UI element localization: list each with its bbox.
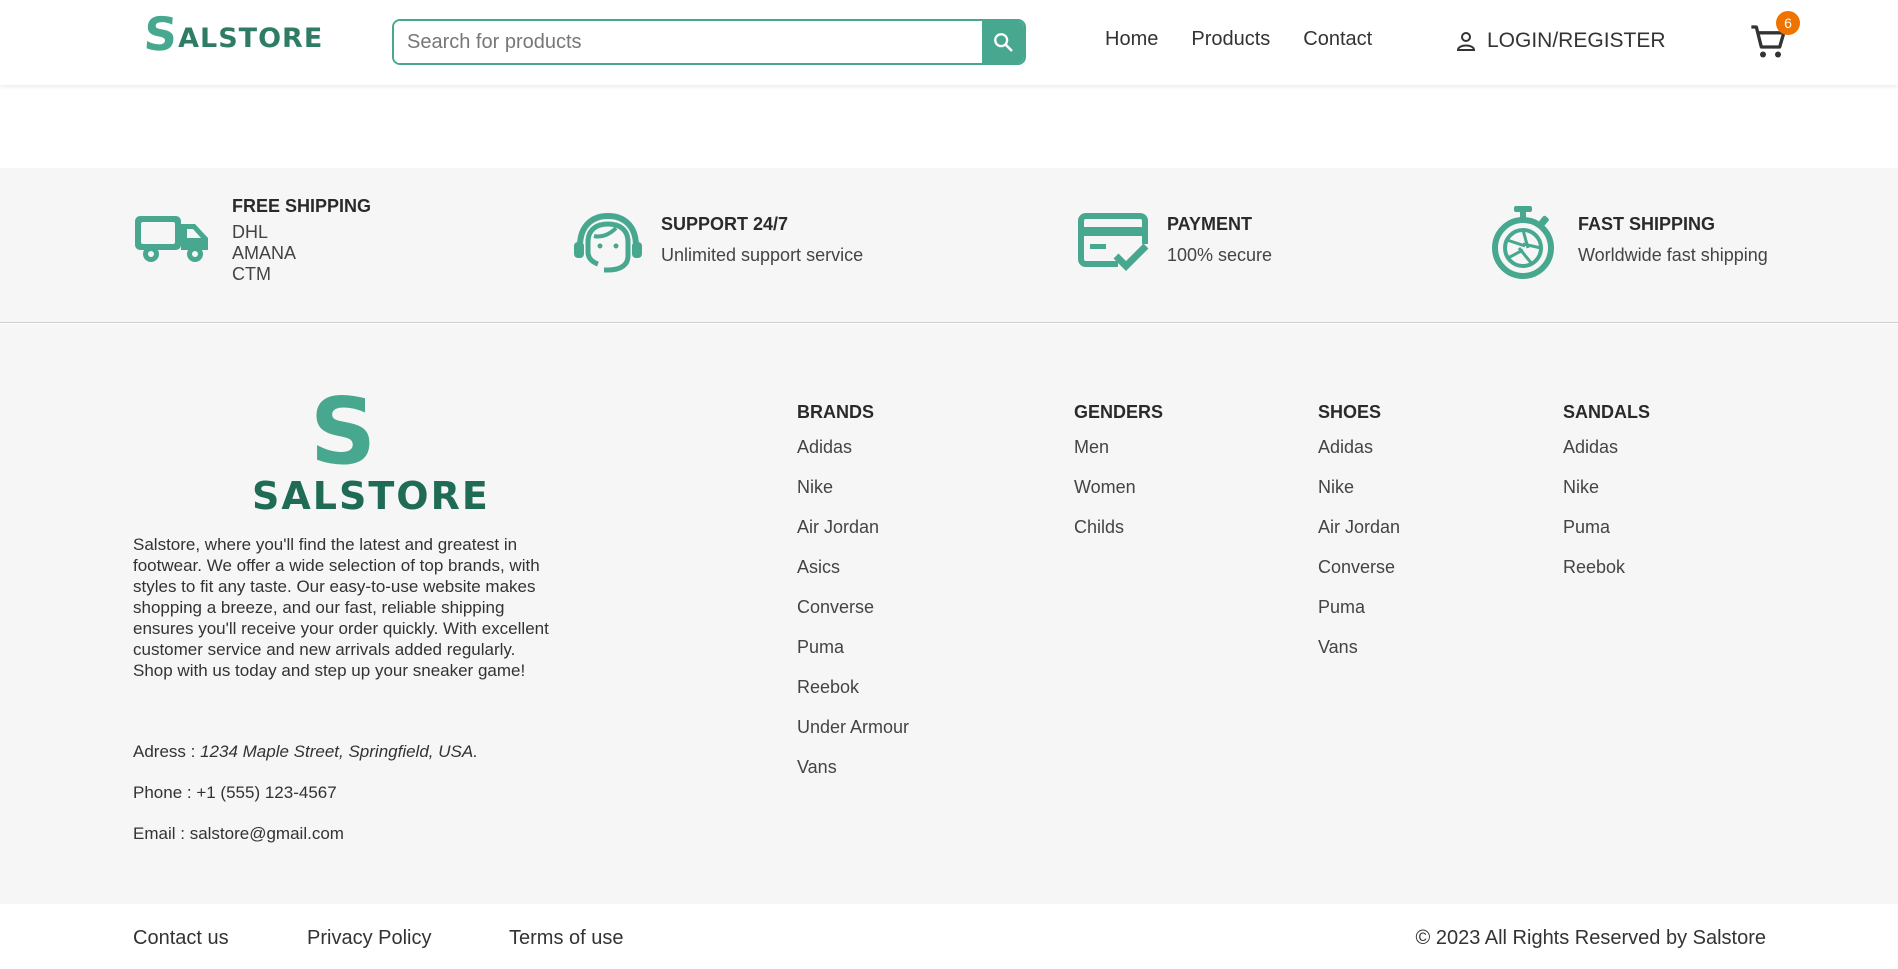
search-input[interactable]	[394, 21, 982, 63]
email-value: salstore@gmail.com	[189, 824, 344, 843]
footer-link[interactable]: Vans	[1318, 637, 1400, 677]
footer-link[interactable]: Childs	[1074, 517, 1163, 557]
footer-link[interactable]: Reebok	[797, 677, 909, 717]
stopwatch-icon	[1492, 206, 1554, 279]
footer-logo-letter: S	[309, 378, 377, 485]
footer-link[interactable]: Puma	[797, 637, 909, 677]
feature-title: PAYMENT	[1167, 214, 1253, 234]
feature-line: CTM	[232, 264, 271, 284]
footer-link[interactable]: Vans	[797, 757, 909, 797]
footer-logo-word: SALSTORE	[252, 474, 490, 518]
email-label: Email :	[133, 824, 190, 843]
footer-link[interactable]: Women	[1074, 477, 1163, 517]
footer-link[interactable]: Under Armour	[797, 717, 909, 757]
site-logo[interactable]: S ALSTORE	[142, 7, 324, 61]
site-footer: S SALSTORE Salstore, where you'll find t…	[0, 324, 1898, 904]
phone-value: +1 (555) 123-4567	[196, 783, 337, 802]
footer-link[interactable]: Air Jordan	[797, 517, 909, 557]
footer-link[interactable]: Nike	[1318, 477, 1400, 517]
footer-column-genders: GENDERS Men Women Childs	[1074, 402, 1163, 557]
feature-line: AMANA	[232, 243, 297, 263]
about-text: Salstore, where you'll find the latest a…	[133, 535, 549, 680]
feature-payment: PAYMENT 100% secure	[1078, 213, 1273, 276]
terms-of-use-link[interactable]: Terms of use	[509, 927, 623, 950]
column-title: GENDERS	[1074, 402, 1164, 422]
footer-link[interactable]: Adidas	[797, 437, 909, 477]
footer-link[interactable]: Converse	[1318, 557, 1400, 597]
nav-products[interactable]: Products	[1191, 28, 1270, 51]
feature-title: FAST SHIPPING	[1578, 214, 1716, 234]
footer-link[interactable]: Nike	[1563, 477, 1650, 517]
privacy-policy-link[interactable]: Privacy Policy	[307, 927, 431, 950]
footer-link[interactable]: Air Jordan	[1318, 517, 1400, 557]
feature-support: SUPPORT 24/7 Unlimited support service	[572, 212, 864, 276]
feature-title: FREE SHIPPING	[232, 196, 372, 216]
address-line: Adress : 1234 Maple Street, Springfield,…	[133, 742, 478, 762]
footer-column-brands: BRANDS Adidas Nike Air Jordan Asics Conv…	[797, 402, 909, 797]
cart-count-badge: 6	[1776, 11, 1800, 35]
phone-label: Phone :	[133, 783, 197, 802]
feature-free-shipping: FREE SHIPPING DHL AMANA CTM	[133, 196, 371, 285]
nav-contact[interactable]: Contact	[1303, 28, 1372, 51]
truck-icon	[135, 216, 208, 262]
site-header: S ALSTORE Home Products Contact LOGIN/RE…	[0, 0, 1898, 85]
footer-link[interactable]: Men	[1074, 437, 1163, 477]
footer-column-shoes: SHOES Adidas Nike Air Jordan Converse Pu…	[1318, 402, 1400, 677]
footer-link[interactable]: Reebok	[1563, 557, 1650, 597]
search-icon	[994, 33, 1013, 52]
footer-link[interactable]: Nike	[797, 477, 909, 517]
main-nav: Home Products Contact	[1105, 28, 1372, 51]
login-label: LOGIN/REGISTER	[1487, 29, 1666, 52]
contact-us-link[interactable]: Contact us	[133, 927, 229, 950]
column-title: BRANDS	[797, 402, 875, 422]
footer-link[interactable]: Puma	[1318, 597, 1400, 637]
footer-link[interactable]: Puma	[1563, 517, 1650, 557]
credit-card-check-icon	[1078, 213, 1149, 271]
search-button[interactable]	[982, 21, 1024, 63]
address-label: Adress :	[133, 742, 201, 761]
footer-column-sandals: SANDALS Adidas Nike Puma Reebok	[1563, 402, 1650, 597]
search-bar	[392, 19, 1026, 65]
footer-link[interactable]: Asics	[797, 557, 909, 597]
column-title: SHOES	[1318, 402, 1382, 422]
feature-fast-shipping: FAST SHIPPING Worldwide fast shipping	[1490, 206, 1768, 280]
feature-line: Worldwide fast shipping	[1578, 245, 1768, 265]
footer-logo[interactable]: S SALSTORE	[252, 378, 490, 518]
column-title: SANDALS	[1563, 402, 1651, 422]
footer-link[interactable]: Adidas	[1563, 437, 1650, 477]
feature-line: Unlimited support service	[661, 245, 864, 265]
login-register-link[interactable]: LOGIN/REGISTER	[1454, 29, 1666, 53]
address-value: 1234 Maple Street, Springfield, USA.	[200, 742, 478, 761]
phone-line: Phone : +1 (555) 123-4567	[133, 783, 337, 803]
footer-bottom-bar: Contact us Privacy Policy Terms of use ©…	[0, 904, 1898, 969]
copyright-text: © 2023 All Rights Reserved by Salstore	[1415, 927, 1766, 949]
logo-letter: S	[142, 7, 180, 61]
feature-title: SUPPORT 24/7	[661, 214, 789, 234]
user-icon	[1456, 32, 1476, 51]
footer-link[interactable]: Adidas	[1318, 437, 1400, 477]
email-line: Email : salstore@gmail.com	[133, 824, 344, 844]
footer-link[interactable]: Converse	[797, 597, 909, 637]
feature-line: 100% secure	[1167, 245, 1273, 265]
logo-text: ALSTORE	[178, 23, 324, 54]
nav-home[interactable]: Home	[1105, 28, 1158, 51]
features-strip: FREE SHIPPING DHL AMANA CTM SUPPORT 24/7…	[0, 168, 1898, 323]
headset-icon	[574, 212, 642, 273]
feature-line: DHL	[232, 222, 269, 242]
